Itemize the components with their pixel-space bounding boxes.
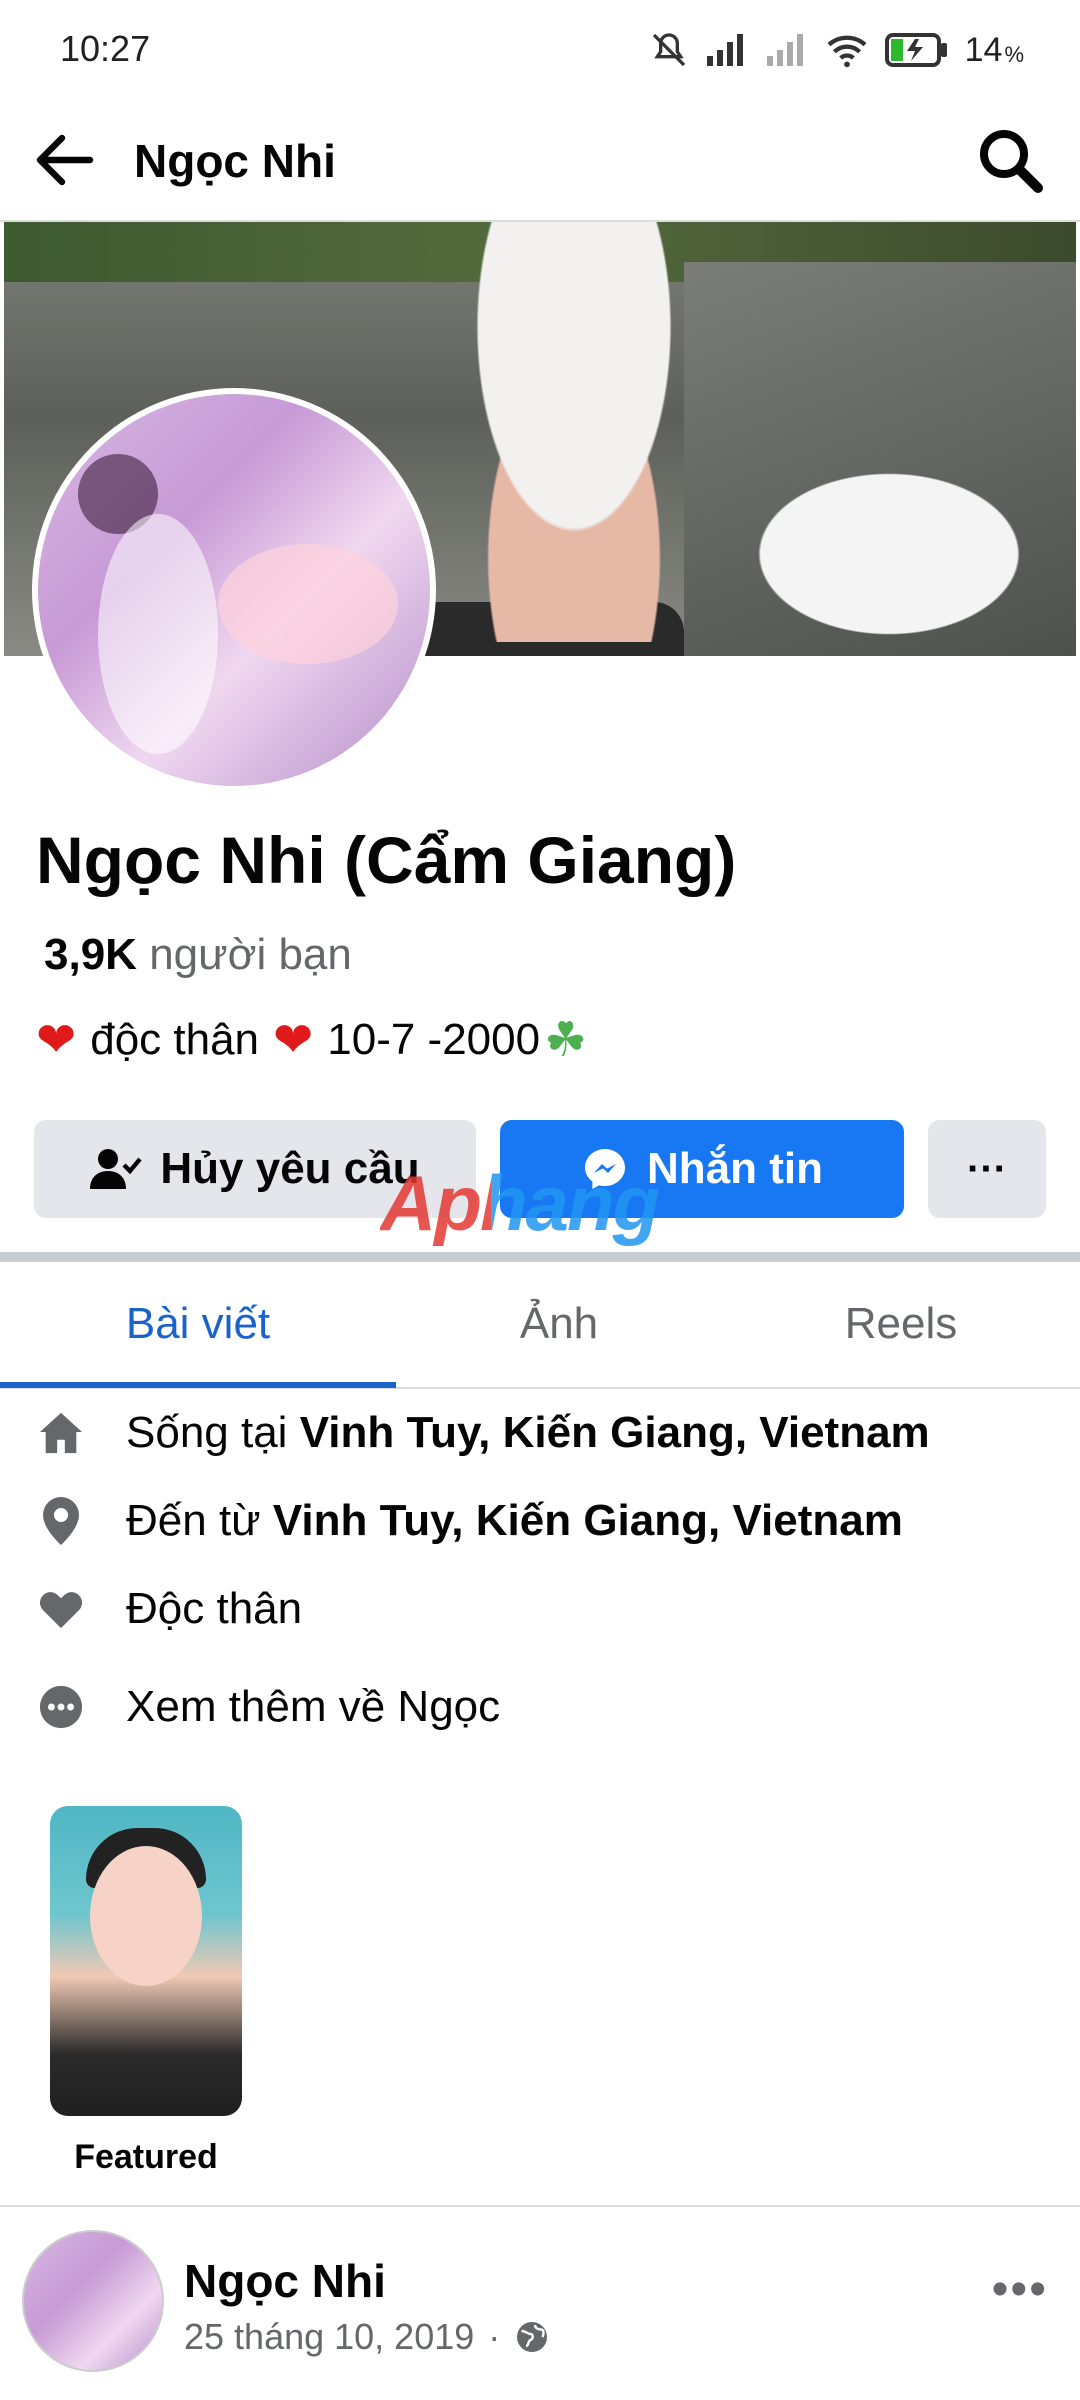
- status-bar: 10:27 14 %: [0, 0, 1080, 100]
- person-check-icon: [90, 1147, 143, 1191]
- wifi-icon: [827, 35, 867, 68]
- home-icon: [34, 1406, 88, 1460]
- active-tab-indicator: [0, 1382, 396, 1388]
- from-prefix: Đến từ: [126, 1496, 261, 1545]
- relationship-status: Độc thân: [126, 1584, 303, 1633]
- globe-icon: [517, 2322, 548, 2352]
- watermark: Aphang: [380, 1159, 660, 1247]
- lives-place[interactable]: Vinh Tuy, Kiến Giang, Vietnam: [300, 1408, 930, 1458]
- featured-label: Featured: [74, 2138, 218, 2176]
- tab-posts[interactable]: Bài viết: [0, 1262, 396, 1386]
- mute-bell-icon: [652, 33, 685, 67]
- profile-bio: ❤ độc thân ❤ 10-7 -2000 ☘: [36, 1012, 587, 1068]
- friends-count-number: 3,9K: [44, 930, 137, 979]
- meta-separator: ·: [488, 2316, 501, 2357]
- tab-reels[interactable]: Reels: [722, 1262, 1080, 1386]
- profile-avatar[interactable]: [32, 388, 436, 792]
- from-place[interactable]: Vinh Tuy, Kiến Giang, Vietnam: [273, 1496, 903, 1546]
- top-app-bar: Ngọc Nhi: [0, 100, 1080, 222]
- featured-story-card[interactable]: [50, 1806, 242, 2116]
- more-options-label: ···: [967, 1146, 1007, 1191]
- tab-photos[interactable]: Ảnh: [396, 1262, 722, 1386]
- clover-icon: ☘: [544, 1014, 588, 1067]
- more-options-button[interactable]: ···: [928, 1120, 1046, 1218]
- post-author-name[interactable]: Ngọc Nhi: [184, 2254, 386, 2308]
- post-separator: [0, 2205, 1080, 2207]
- post-date[interactable]: 25 tháng 10, 2019: [184, 2316, 474, 2358]
- percent-sign: %: [1004, 42, 1024, 67]
- profile-name: Ngọc Nhi (Cẩm Giang): [36, 823, 737, 897]
- section-divider: [0, 1252, 1080, 1262]
- profile-avatar-image: [38, 394, 430, 786]
- status-icons: 14 %: [649, 28, 1024, 72]
- lives-prefix: Sống tại: [126, 1408, 288, 1457]
- detail-relationship: Độc thân: [34, 1582, 302, 1636]
- signal-2-icon: [766, 34, 803, 66]
- bio-date: 10-7 -2000: [327, 1015, 541, 1064]
- page-title: Ngọc Nhi: [134, 135, 336, 187]
- detail-from: Đến từ Vinh Tuy, Kiến Giang, Vietnam: [34, 1494, 903, 1548]
- back-arrow-icon[interactable]: [34, 132, 94, 188]
- post-more-options[interactable]: •••: [992, 2262, 1048, 2317]
- heart-outline-icon: [34, 1582, 88, 1636]
- location-pin-icon: [34, 1494, 88, 1548]
- heart-icon-2: ❤: [273, 1014, 314, 1067]
- bio-text: độc thân: [90, 1015, 260, 1064]
- friends-count-label: người bạn: [149, 930, 352, 979]
- battery-icon: [884, 33, 947, 67]
- heart-icon: ❤: [36, 1014, 77, 1067]
- status-time: 10:27: [60, 28, 151, 69]
- post-meta: 25 tháng 10, 2019 ·: [184, 2316, 550, 2358]
- detail-lives-in: Sống tại Vinh Tuy, Kiến Giang, Vietnam: [34, 1406, 930, 1460]
- see-more-label: Xem thêm về Ngọc: [126, 1682, 501, 1731]
- search-icon[interactable]: [974, 124, 1046, 196]
- friends-count[interactable]: 3,9K người bạn: [44, 930, 352, 980]
- message-label: Nhắn tin: [647, 1144, 823, 1193]
- cover-person: [424, 222, 724, 642]
- cover-scooter: [724, 452, 1054, 656]
- post-author-avatar[interactable]: [22, 2230, 164, 2372]
- battery-percent: 14: [964, 30, 1003, 69]
- signal-icon: [706, 34, 743, 66]
- see-more-about[interactable]: Xem thêm về Ngọc: [34, 1680, 500, 1734]
- more-dots-icon: [34, 1680, 88, 1734]
